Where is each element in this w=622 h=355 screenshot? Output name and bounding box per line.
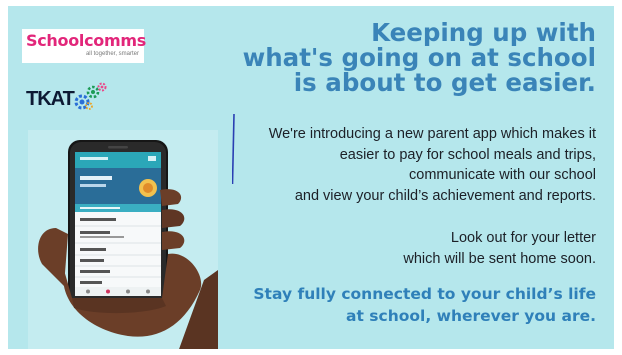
- tagline-line: Stay fully connected to your child’s lif…: [253, 285, 596, 303]
- phone-in-hand-illustration: [28, 130, 218, 349]
- tkat-logo: TKAT: [26, 82, 112, 114]
- lookout-line: Look out for your letter: [450, 230, 596, 246]
- headline-line-3: is about to get easier.: [293, 68, 596, 97]
- tagline-line: at school, wherever you are.: [346, 307, 596, 325]
- schoolcomms-logo-name: Schoolcomms: [26, 31, 146, 50]
- announcement-card: Schoolcomms all together, smarter TKAT K…: [8, 6, 614, 349]
- schoolcomms-logo: Schoolcomms all together, smarter: [22, 29, 146, 63]
- intro-line: and view your child’s achievement and re…: [294, 187, 596, 204]
- schoolcomms-logo-tagline: all together, smarter: [85, 51, 139, 57]
- intro-text: We're introducing a new parent app which…: [216, 124, 596, 206]
- tagline: Stay fully connected to your child’s lif…: [196, 283, 596, 327]
- lookout-text: Look out for your letter which will be s…: [296, 228, 596, 269]
- lookout-line: which will be sent home soon.: [403, 250, 596, 267]
- headline-line-1: Keeping up with: [371, 18, 596, 47]
- phone-illustration: [28, 130, 218, 349]
- headline: Keeping up with what's going on at schoo…: [176, 20, 596, 95]
- intro-line: easier to pay for school meals and trips…: [339, 146, 596, 163]
- intro-line: We're introducing a new parent app which…: [268, 126, 596, 142]
- headline-line-2: what's going on at school: [242, 43, 596, 72]
- tkat-logo-name: TKAT: [26, 88, 75, 110]
- intro-line: communicate with our school: [409, 167, 596, 183]
- gear-cluster-icon: [74, 82, 107, 110]
